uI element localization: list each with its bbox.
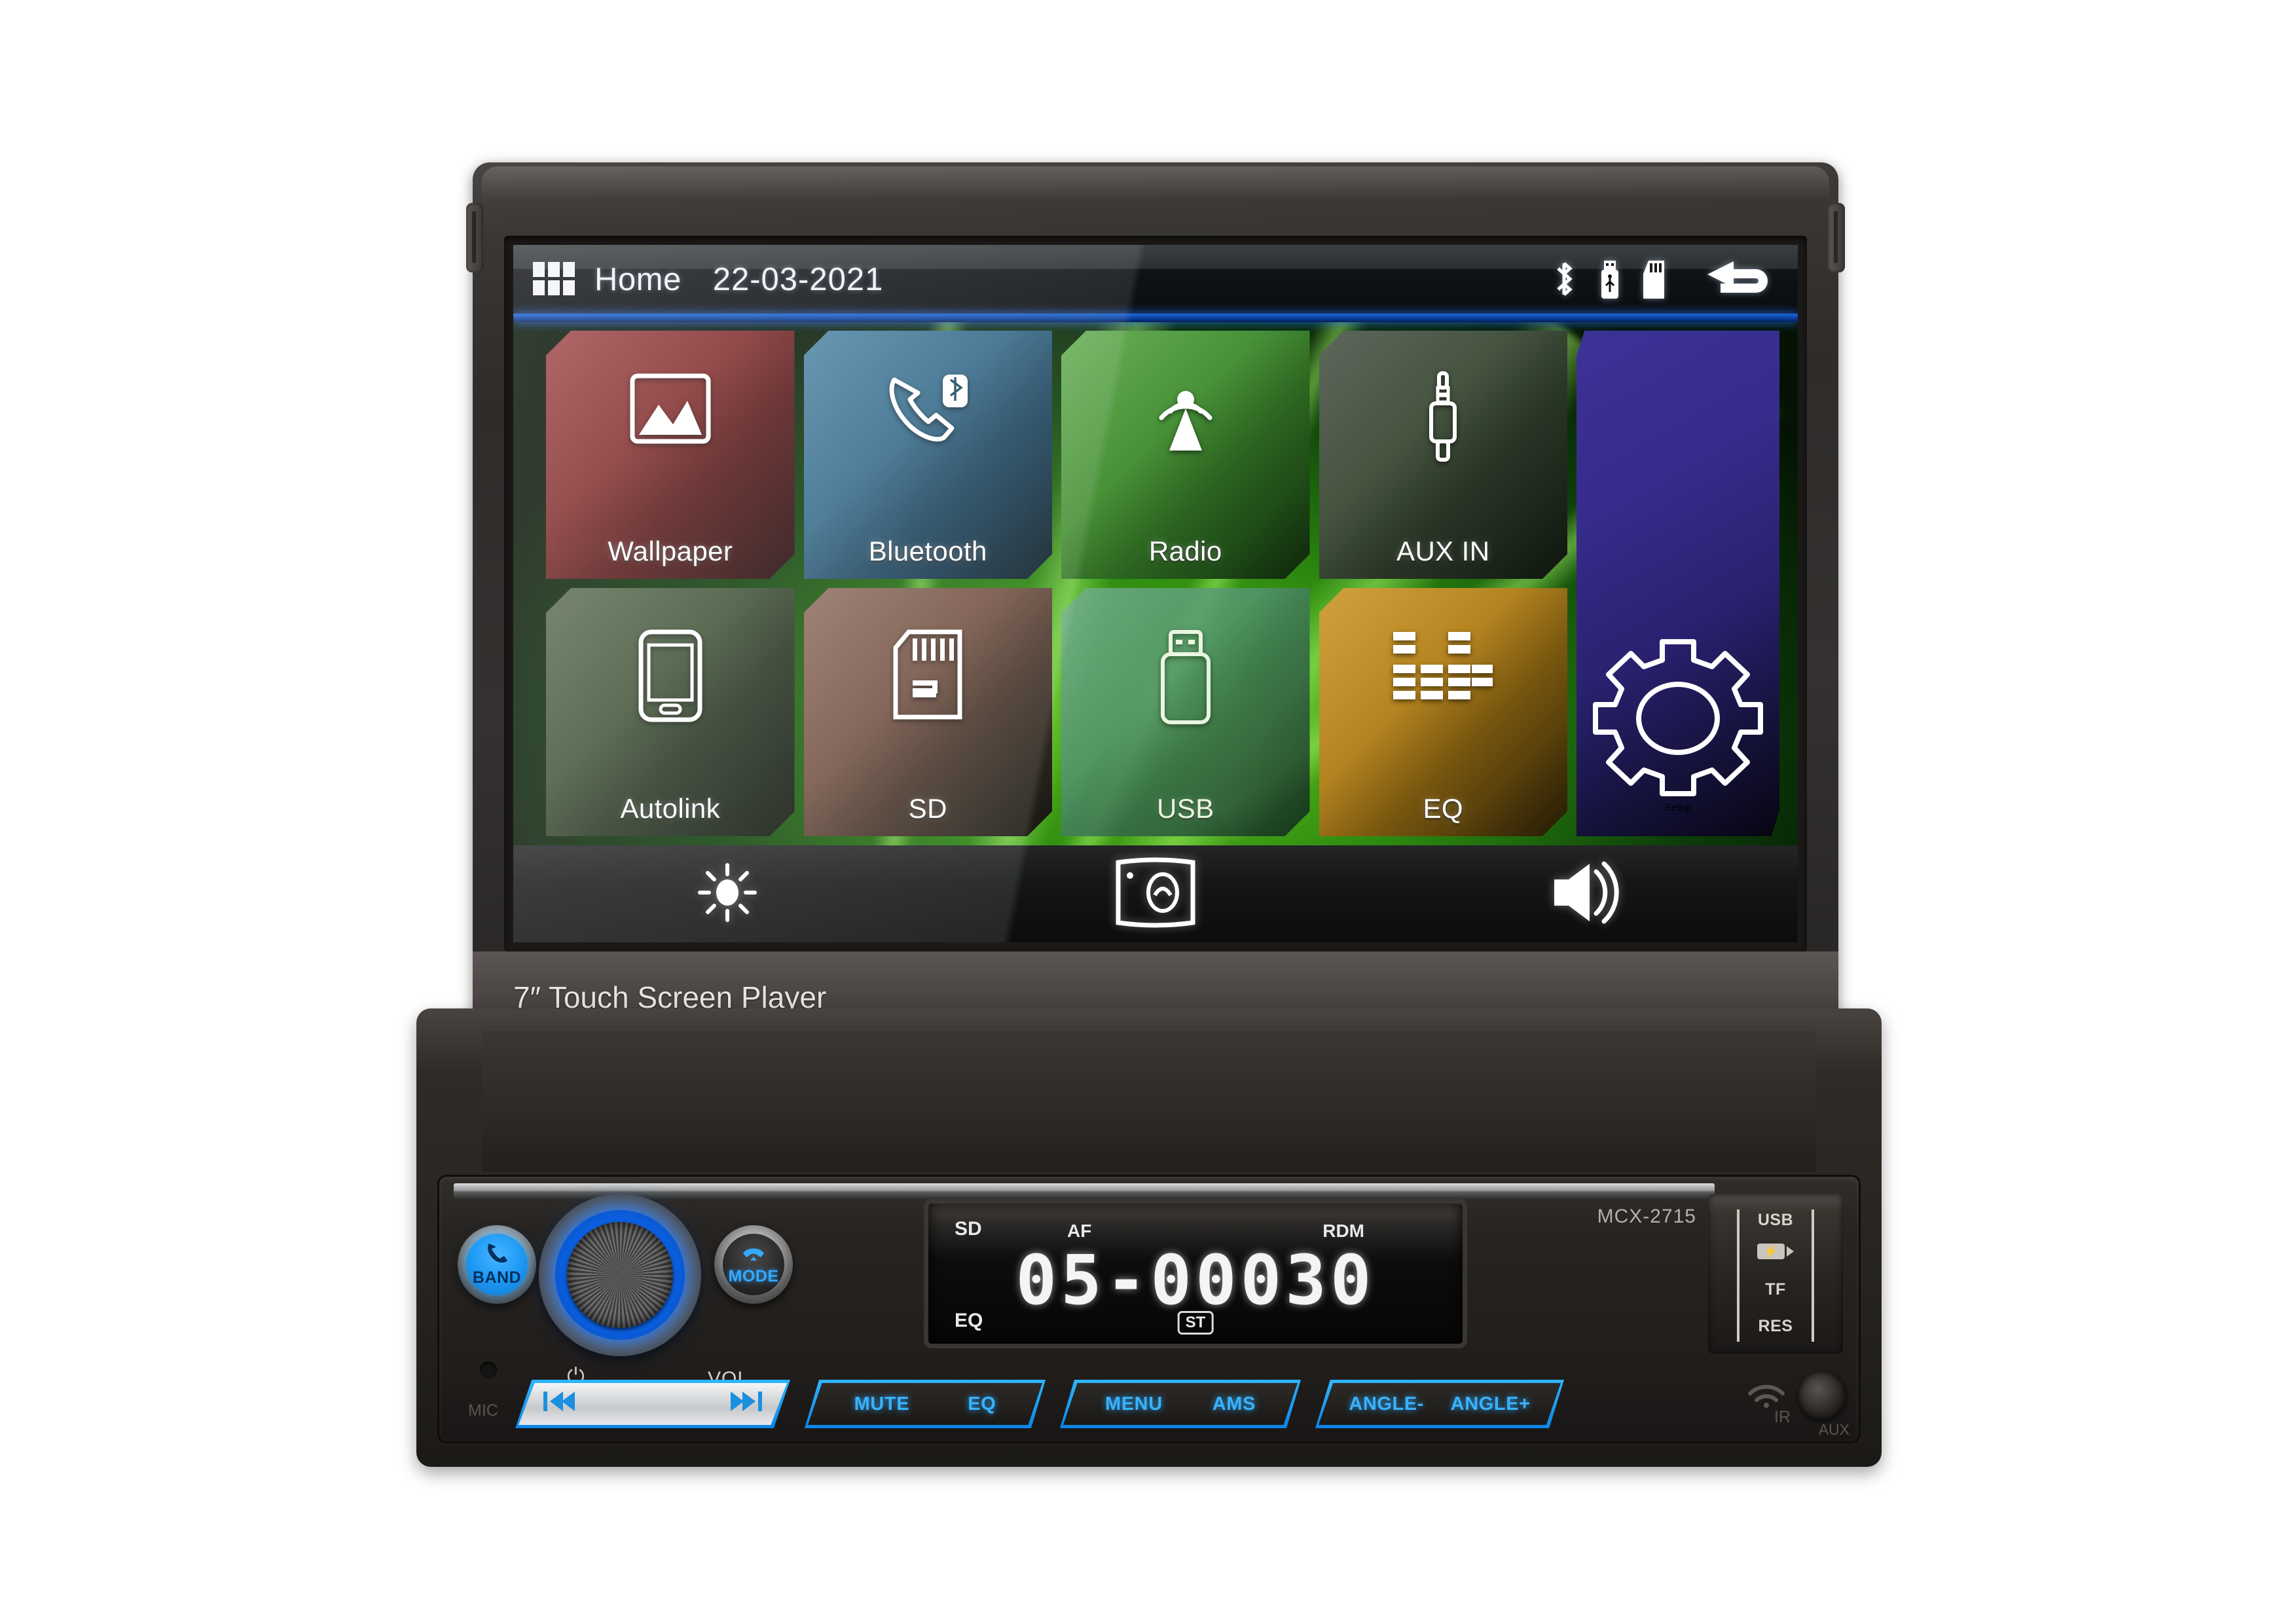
lcd-digits: 05-00030 xyxy=(1015,1240,1376,1320)
screen-bottom-bar xyxy=(513,845,1798,942)
band-button[interactable]: BAND xyxy=(458,1225,536,1304)
hinge-tab-left xyxy=(466,203,483,272)
app-label: USB xyxy=(1156,793,1214,824)
usb-drive-icon xyxy=(1599,259,1621,300)
aux-label: AUX xyxy=(1818,1421,1850,1438)
mic-label: MIC xyxy=(468,1401,498,1420)
mute-eq-button[interactable]: MUTE EQ xyxy=(805,1380,1046,1428)
back-arrow-icon[interactable] xyxy=(1705,259,1776,301)
ams-label[interactable]: AMS xyxy=(1212,1393,1256,1415)
menu-label[interactable]: MENU xyxy=(1105,1393,1163,1415)
model-number: MCX-2715 xyxy=(1597,1206,1696,1227)
screen-bezel: Home 22-03-2021 Wallpaper Bluetooth Radi… xyxy=(504,236,1807,951)
page-title: Home xyxy=(594,261,682,297)
lcd-rdm-indicator: RDM xyxy=(1322,1221,1364,1241)
lcd-sd-indicator: SD xyxy=(955,1218,982,1240)
mode-button[interactable]: MODE xyxy=(714,1225,793,1304)
chassis-recess xyxy=(482,1031,1816,1172)
media-slot-panel[interactable]: USB ⚡ TF RES xyxy=(1708,1194,1843,1354)
menu-ams-button[interactable]: MENU AMS xyxy=(1060,1380,1301,1428)
mute-label[interactable]: MUTE xyxy=(854,1393,910,1415)
app-label: AUX IN xyxy=(1396,536,1490,566)
touch-screen[interactable]: Home 22-03-2021 Wallpaper Bluetooth Radi… xyxy=(513,245,1798,942)
phone-hangup-icon xyxy=(740,1243,767,1266)
volume-knob[interactable] xyxy=(539,1194,701,1356)
car-stereo-device: Home 22-03-2021 Wallpaper Bluetooth Radi… xyxy=(0,0,2296,1624)
sd-card-icon xyxy=(804,628,1053,721)
lcd-st-indicator: ST xyxy=(1177,1311,1214,1335)
status-indicators xyxy=(1549,259,1776,301)
tf-slot-label: TF xyxy=(1765,1280,1786,1299)
charging-battery-icon: ⚡ xyxy=(1757,1244,1794,1259)
status-bar: Home 22-03-2021 xyxy=(513,245,1798,322)
flip-up-screen-assembly: Home 22-03-2021 Wallpaper Bluetooth Radi… xyxy=(466,162,1845,1043)
band-label: BAND xyxy=(472,1268,522,1287)
angle-plus-label[interactable]: ANGLE+ xyxy=(1451,1393,1531,1415)
app-tile-bluetooth[interactable]: Bluetooth xyxy=(803,331,1053,579)
prev-next-button[interactable] xyxy=(515,1380,790,1428)
usb-stick-icon xyxy=(1061,628,1310,726)
aux-input-jack[interactable] xyxy=(1797,1371,1847,1420)
function-button-row: MUTE EQ MENU AMS ANGLE- ANGLE+ xyxy=(515,1380,1757,1428)
equalizer-icon xyxy=(1319,628,1568,714)
phone-answer-icon xyxy=(484,1242,509,1267)
reset-label: RES xyxy=(1758,1317,1793,1335)
camera-button[interactable] xyxy=(941,857,1370,931)
app-label: Bluetooth xyxy=(868,536,987,566)
ir-receiver-icon xyxy=(1743,1374,1789,1412)
segment-display: SD EQ AF RDM 05-00030 ST xyxy=(924,1199,1467,1348)
volume-icon xyxy=(1548,858,1620,930)
lcd-af-indicator: AF xyxy=(1067,1221,1092,1241)
grid-apps-icon[interactable] xyxy=(533,261,576,297)
app-tile-autolink[interactable]: Autolink xyxy=(546,588,795,836)
app-tile-eq[interactable]: EQ xyxy=(1319,588,1568,836)
previous-track-icon[interactable] xyxy=(541,1389,577,1419)
app-label: Radio xyxy=(1148,536,1222,566)
volume-button[interactable] xyxy=(1370,858,1798,930)
eq-label[interactable]: EQ xyxy=(968,1393,996,1415)
sd-card-icon xyxy=(1641,259,1667,300)
smartphone-icon xyxy=(546,628,795,724)
app-label: Autolink xyxy=(620,793,721,824)
aux-jack-icon xyxy=(1319,371,1568,465)
phone-bluetooth-icon xyxy=(804,371,1053,452)
usb-slot-label: USB xyxy=(1757,1211,1794,1229)
angle-button[interactable]: ANGLE- ANGLE+ xyxy=(1315,1380,1564,1428)
app-tile-setup[interactable]: Setup xyxy=(1576,331,1779,836)
app-tile-sd[interactable]: SD xyxy=(803,588,1053,836)
app-label: EQ xyxy=(1423,793,1463,824)
brightness-button[interactable] xyxy=(513,862,941,926)
next-track-icon[interactable] xyxy=(728,1389,765,1419)
app-grid: Wallpaper Bluetooth Radio AUX IN Autolin… xyxy=(513,314,1798,845)
app-tile-aux-in[interactable]: AUX IN xyxy=(1319,331,1568,579)
microphone-hole xyxy=(480,1361,497,1378)
mode-label: MODE xyxy=(728,1267,779,1285)
camera-icon xyxy=(1106,857,1205,931)
control-face: MCX-2715 BAND ⏻ VOL MODE SD EQ AF RDM 05… xyxy=(437,1175,1861,1443)
app-tile-radio[interactable]: Radio xyxy=(1061,331,1310,579)
app-label: SD xyxy=(908,793,947,824)
app-label: Wallpaper xyxy=(608,536,733,566)
status-date: 22-03-2021 xyxy=(712,261,884,297)
app-tile-wallpaper[interactable]: Wallpaper xyxy=(546,331,795,579)
app-label: Setup xyxy=(1664,802,1692,813)
app-tile-usb[interactable]: USB xyxy=(1061,588,1310,836)
radio-tower-icon xyxy=(1061,371,1310,456)
head-unit-chassis: MCX-2715 BAND ⏻ VOL MODE SD EQ AF RDM 05… xyxy=(416,1008,1882,1467)
gear-icon xyxy=(1590,635,1766,802)
brightness-icon xyxy=(697,862,757,926)
ir-label: IR xyxy=(1774,1408,1791,1426)
picture-icon xyxy=(546,371,795,447)
hinge-tab-right xyxy=(1828,203,1845,272)
angle-minus-label[interactable]: ANGLE- xyxy=(1349,1393,1424,1415)
shell-highlight xyxy=(482,166,1829,200)
bluetooth-icon xyxy=(1549,259,1579,300)
